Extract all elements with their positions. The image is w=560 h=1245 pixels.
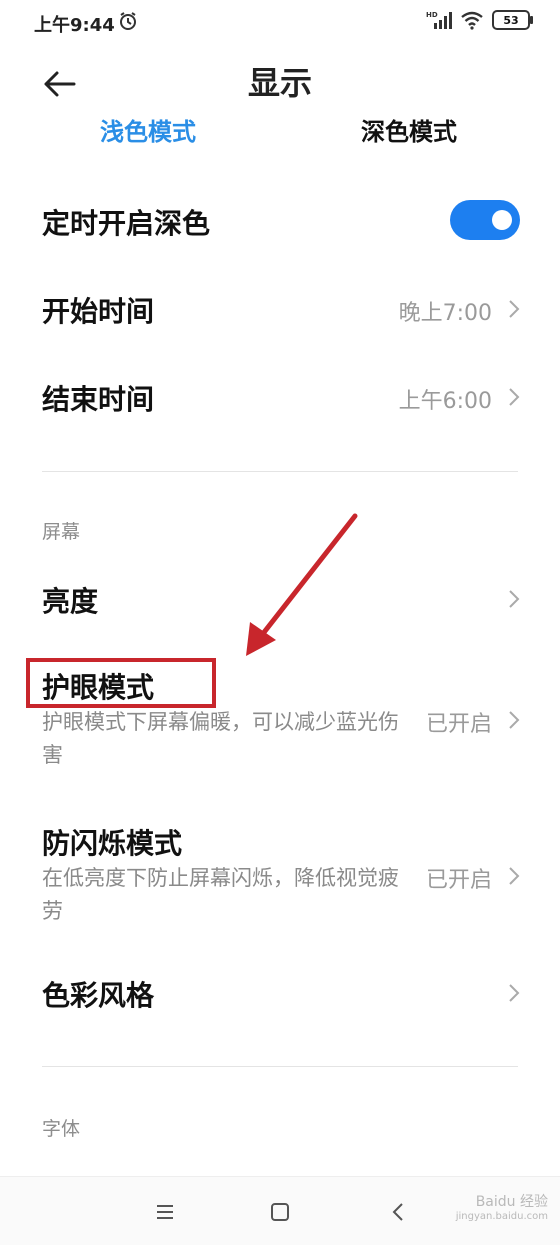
battery-icon: 53 [492, 10, 533, 30]
tab-dark-mode[interactable]: 深色模式 [361, 112, 457, 147]
anti-flicker-description: 在低亮度下防止屏幕闪烁，降低视觉疲劳 [42, 866, 399, 923]
tab-light-mode[interactable]: 浅色模式 [100, 112, 196, 147]
battery-level: 53 [503, 13, 519, 27]
status-time: 上午9:44 [34, 15, 115, 36]
schedule-dark-label: 定时开启深色 [42, 207, 211, 240]
chevron-right-icon [509, 590, 520, 608]
color-style-label: 色彩风格 [42, 979, 155, 1012]
color-style-row[interactable]: 色彩风格 [0, 974, 560, 1014]
chevron-right-icon [509, 300, 520, 318]
divider [42, 471, 518, 472]
anti-flicker-label: 防闪烁模式 [42, 827, 183, 860]
start-time-label: 开始时间 [42, 295, 155, 328]
divider [42, 1066, 518, 1067]
page-title: 显示 [247, 64, 312, 102]
toggle-knob [492, 210, 512, 230]
annotation-arrow-icon [246, 513, 358, 656]
watermark-url: jingyan.baidu.com [455, 1211, 548, 1222]
end-time-label: 结束时间 [42, 383, 155, 416]
baidu-watermark: Baidu 经验 jingyan.baidu.com [456, 1191, 548, 1222]
start-time-row[interactable]: 开始时间 晚上7:00 [0, 290, 560, 330]
chevron-right-icon [509, 867, 520, 885]
wifi-icon [461, 11, 483, 30]
top-bar: 显示 [0, 52, 560, 112]
signal-icon: HD [426, 11, 452, 29]
eye-mode-description: 护眼模式下屏幕偏暖，可以减少蓝光伤害 [42, 710, 399, 767]
eye-mode-status: 已开启 [425, 712, 492, 737]
anti-flicker-row[interactable]: 防闪烁模式 在低亮度下防止屏幕闪烁，降低视觉疲劳 已开启 [0, 820, 560, 930]
chevron-right-icon [509, 984, 520, 1002]
anti-flicker-status: 已开启 [425, 868, 492, 893]
chevron-right-icon [509, 388, 520, 406]
brightness-row[interactable]: 亮度 [0, 580, 560, 620]
mode-tabs: 浅色模式 深色模式 [0, 112, 560, 152]
home-icon[interactable] [267, 1199, 293, 1225]
schedule-dark-row[interactable]: 定时开启深色 [0, 200, 560, 242]
system-nav-bar: Baidu 经验 jingyan.baidu.com [0, 1176, 560, 1245]
status-bar: 上午9:44 HD 53 [0, 0, 560, 44]
menu-icon[interactable] [152, 1199, 178, 1225]
alarm-icon [120, 12, 136, 30]
section-header-screen: 屏幕 [42, 521, 81, 543]
end-time-value: 上午6:00 [398, 389, 492, 414]
brightness-label: 亮度 [42, 585, 99, 618]
network-type-label: HD [426, 11, 438, 19]
end-time-row[interactable]: 结束时间 上午6:00 [0, 378, 560, 418]
section-header-font: 字体 [42, 1118, 81, 1140]
back-icon[interactable] [386, 1199, 412, 1225]
start-time-value: 晚上7:00 [398, 301, 492, 326]
highlight-box [26, 658, 216, 708]
watermark-brand: Baidu 经验 [475, 1194, 548, 1210]
chevron-right-icon [509, 711, 520, 729]
schedule-dark-toggle[interactable] [450, 200, 520, 240]
